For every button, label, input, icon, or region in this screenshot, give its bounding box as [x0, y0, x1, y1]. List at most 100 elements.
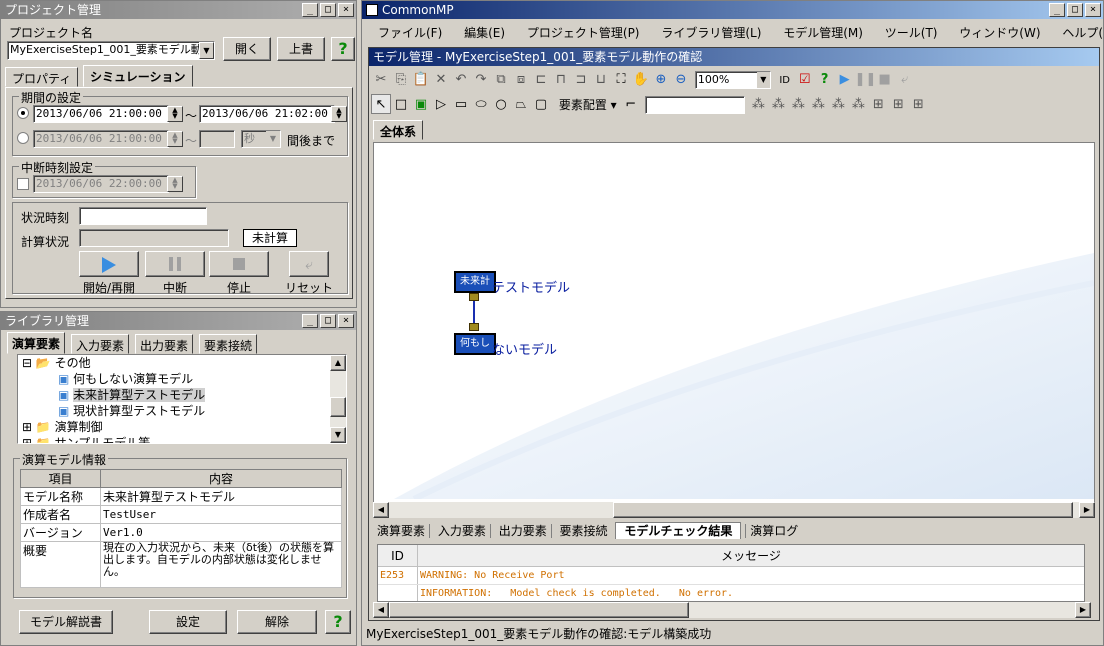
duration-field[interactable]	[199, 130, 235, 148]
ellipse-icon[interactable]: ⬭	[471, 95, 491, 115]
menu-edit[interactable]: 編集(E)	[464, 26, 505, 40]
rounded-rect-icon[interactable]: ▢	[531, 95, 551, 115]
unit-select[interactable]: 秒 ▼	[241, 130, 281, 148]
interrupt-time-spinner[interactable]: ▲ ▼	[167, 176, 183, 192]
cut-icon[interactable]: ✂	[371, 70, 391, 90]
help-button[interactable]: ?	[325, 610, 351, 634]
menu-model[interactable]: モデル管理(M)	[783, 26, 863, 40]
remove-button[interactable]: 解除	[237, 610, 317, 634]
future-test-model-node[interactable]: 未来計	[454, 271, 496, 293]
close-button[interactable]: ×	[338, 3, 354, 17]
start-time-field[interactable]: 2013/06/06 21:00:00	[33, 105, 169, 123]
check-icon[interactable]: ☑	[795, 70, 815, 90]
start-resume-button[interactable]	[79, 251, 139, 277]
circle-icon[interactable]: ○	[491, 95, 511, 115]
tab-element-connections[interactable]: 要素接続	[556, 524, 612, 538]
id-icon[interactable]: ID	[775, 71, 795, 91]
chevron-down-icon[interactable]: ▼	[756, 71, 770, 88]
select-tool-icon[interactable]: ⛶	[611, 70, 631, 90]
project-name-select[interactable]: MyExerciseStep1_001_要素モデル動 ▼	[7, 41, 215, 60]
tab-model-check-results[interactable]: モデルチェック結果	[615, 522, 742, 539]
tab-calc-log[interactable]: 演算ログ	[745, 524, 803, 538]
menu-file[interactable]: ファイル(F)	[378, 26, 442, 40]
menu-tools[interactable]: ツール(T)	[885, 26, 938, 40]
chevron-down-icon[interactable]: ▼	[266, 131, 280, 147]
canvas-h-scrollbar[interactable]: ◀ ▶	[373, 502, 1095, 518]
tab-simulation[interactable]: シミュレーション	[83, 65, 193, 87]
chevron-down-icon[interactable]: ▼	[199, 42, 214, 59]
align-top-icon[interactable]: ⊔	[591, 70, 611, 90]
reset-button[interactable]: ⤶	[289, 251, 329, 277]
paste-icon[interactable]: 📋	[411, 70, 431, 90]
maximize-button[interactable]: □	[1067, 3, 1083, 17]
interrupt-checkbox[interactable]	[17, 178, 29, 190]
green-rect-icon[interactable]: ▣	[411, 95, 431, 115]
pointer-icon[interactable]: ↖	[371, 94, 391, 114]
menu-library[interactable]: ライブラリ管理(L)	[661, 26, 761, 40]
model-manual-button[interactable]: モデル解説書	[19, 610, 113, 634]
zoom-select[interactable]: 100% ▼	[694, 70, 771, 89]
maximize-button[interactable]: □	[320, 3, 336, 17]
arrange-icon[interactable]: ⊞	[888, 95, 908, 115]
model-canvas[interactable]: 未来計 テストモデル 何もし ないモデル	[373, 142, 1095, 516]
menu-help[interactable]: ヘルプ(H)	[1062, 26, 1104, 40]
start-time-spinner-2[interactable]: ▲ ▼	[167, 131, 183, 147]
zoom-out-icon[interactable]: ⊖	[671, 70, 691, 90]
tab-element-connections[interactable]: 要素接続	[199, 334, 258, 354]
msg-col-id[interactable]: ID	[378, 545, 418, 566]
tree-folder-control[interactable]: ⊞ 📁 演算制御	[18, 419, 346, 435]
undo-icon[interactable]: ↶	[451, 70, 471, 90]
tree-scrollbar[interactable]: ▲ ▼	[330, 355, 346, 443]
open-button[interactable]: 開く	[223, 37, 271, 61]
tab-input-elements[interactable]: 入力要素	[433, 524, 491, 538]
distribute-icon[interactable]: ⁂	[828, 95, 848, 115]
period-radio-1[interactable]	[17, 107, 29, 119]
do-nothing-model-node[interactable]: 何もし	[454, 333, 496, 355]
tab-output-elements[interactable]: 出力要素	[135, 334, 194, 354]
tab-output-elements[interactable]: 出力要素	[494, 524, 552, 538]
reset-icon[interactable]: ⤶	[895, 70, 915, 90]
close-button[interactable]: ×	[338, 314, 354, 328]
arrange-icon[interactable]: ⊞	[908, 95, 928, 115]
period-radio-2[interactable]	[17, 132, 29, 144]
interrupt-time-field[interactable]: 2013/06/06 22:00:00	[33, 175, 169, 193]
menu-window[interactable]: ウィンドウ(W)	[959, 26, 1040, 40]
group-icon[interactable]: ⧉	[491, 70, 511, 90]
trapezoid-icon[interactable]: ⏢	[511, 95, 531, 115]
connector-icon[interactable]: ⌐	[621, 95, 641, 115]
message-row[interactable]: INFORMATION: Model check is completed. N…	[378, 585, 1084, 601]
help-icon[interactable]: ?	[815, 70, 835, 90]
align-center-icon[interactable]: ⊓	[551, 70, 571, 90]
copy-icon[interactable]: ⎘	[391, 70, 411, 90]
redo-icon[interactable]: ↷	[471, 70, 491, 90]
distribute-icon[interactable]: ⁂	[848, 95, 868, 115]
close-button[interactable]: ×	[1085, 3, 1101, 17]
port-out[interactable]	[469, 293, 479, 301]
minimize-button[interactable]: _	[302, 314, 318, 328]
ungroup-icon[interactable]: ⧈	[511, 70, 531, 90]
triangle-icon[interactable]: ▷	[431, 95, 451, 115]
minimize-button[interactable]: _	[1049, 3, 1065, 17]
delete-icon[interactable]: ✕	[431, 70, 451, 90]
align-left-icon[interactable]: ⊏	[531, 70, 551, 90]
tree-item[interactable]: ▣ 何もしない演算モデル	[18, 371, 346, 387]
stop-button[interactable]	[209, 251, 269, 277]
help-button[interactable]: ?	[331, 37, 355, 61]
tab-properties[interactable]: プロパティ	[5, 67, 79, 87]
small-rect-icon[interactable]: ▭	[451, 95, 471, 115]
message-h-scrollbar[interactable]: ◀ ▶	[373, 602, 1091, 618]
start-time-spinner[interactable]: ▲ ▼	[167, 106, 183, 122]
start-time-field-2[interactable]: 2013/06/06 21:00:00	[33, 130, 169, 148]
distribute-icon[interactable]: ⁂	[768, 95, 788, 115]
tree-item[interactable]: ▣ 現状計算型テストモデル	[18, 403, 346, 419]
zoom-in-icon[interactable]: ⊕	[651, 70, 671, 90]
minimize-button[interactable]: _	[302, 3, 318, 17]
align-right-icon[interactable]: ⊐	[571, 70, 591, 90]
arrange-icon[interactable]: ⊞	[868, 95, 888, 115]
distribute-icon[interactable]: ⁂	[808, 95, 828, 115]
search-field[interactable]	[644, 95, 745, 114]
port-in[interactable]	[469, 323, 479, 331]
menu-project[interactable]: プロジェクト管理(P)	[527, 26, 640, 40]
hand-icon[interactable]: ✋	[631, 70, 651, 90]
tab-operation-elements[interactable]: 演算要素	[373, 524, 431, 538]
